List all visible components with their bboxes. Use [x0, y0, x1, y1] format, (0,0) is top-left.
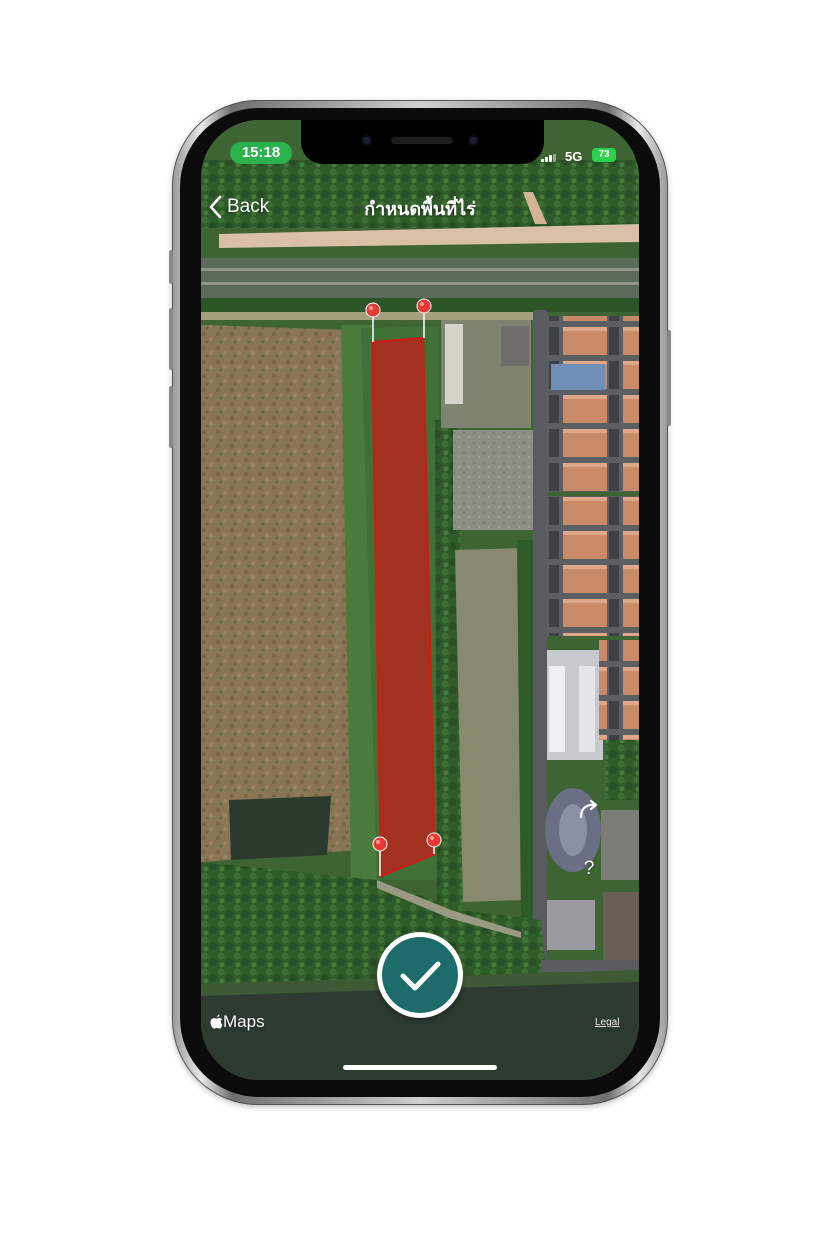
blue-building: [551, 364, 605, 390]
back-label: Back: [227, 196, 270, 217]
cellular-signal-icon: [541, 154, 557, 162]
lower-buildings: [547, 900, 595, 950]
pond: [229, 796, 331, 860]
maps-label: Maps: [223, 1012, 265, 1031]
rail-track-b: [201, 282, 639, 285]
confirm-button-fill: [382, 937, 458, 1013]
rail-track-a: [201, 268, 639, 271]
mute-switch: [169, 250, 173, 284]
rotate-button[interactable]: [571, 792, 607, 828]
page: 15:18 5G 73 Back กำหนดพื้นที่ไร่ ? Maps …: [0, 0, 840, 1235]
long-field-strip: [455, 548, 523, 902]
rail-corridor: [201, 258, 639, 298]
volume-up-button: [169, 308, 173, 370]
gravel-lot: [453, 430, 533, 530]
market-roof-2: [579, 666, 595, 752]
yard-building: [445, 324, 463, 404]
volume-down-button: [169, 386, 173, 448]
apple-maps-logo: Maps: [210, 1012, 265, 1032]
status-time: 15:18: [230, 142, 292, 164]
apple-logo-icon: [210, 1014, 223, 1029]
plot-polygon[interactable]: [370, 336, 437, 878]
brush-field: [201, 325, 359, 862]
power-button: [667, 330, 671, 426]
help-icon: ?: [583, 858, 595, 879]
checkmark-icon: [400, 961, 441, 991]
confirm-button[interactable]: [377, 932, 463, 1018]
back-button[interactable]: Back: [209, 192, 269, 222]
network-type: 5G: [565, 149, 583, 164]
market-roof-1: [549, 666, 565, 752]
street: [533, 310, 547, 980]
notch: [301, 120, 544, 164]
battery-level: 73: [598, 149, 610, 160]
bottom-road: [541, 960, 639, 972]
townhouse-block-2: [547, 496, 639, 636]
help-button[interactable]: ?: [571, 851, 607, 887]
yard-building-2: [501, 326, 529, 366]
home-indicator[interactable]: [343, 1065, 497, 1070]
chevron-left-icon: [209, 195, 222, 219]
front-camera-icon: [361, 135, 372, 146]
page-title: กำหนดพื้นที่ไร่: [364, 199, 476, 219]
townhouse-block-1: [547, 316, 639, 492]
screen: 15:18 5G 73 Back กำหนดพื้นที่ไร่ ? Maps …: [201, 120, 639, 1080]
legal-link[interactable]: Legal: [595, 1017, 619, 1028]
rotate-arrow-icon: [579, 799, 598, 819]
sensor-icon: [468, 135, 479, 146]
earpiece-speaker: [391, 137, 453, 144]
battery-icon: 73: [592, 148, 616, 162]
shop-building: [599, 640, 639, 740]
